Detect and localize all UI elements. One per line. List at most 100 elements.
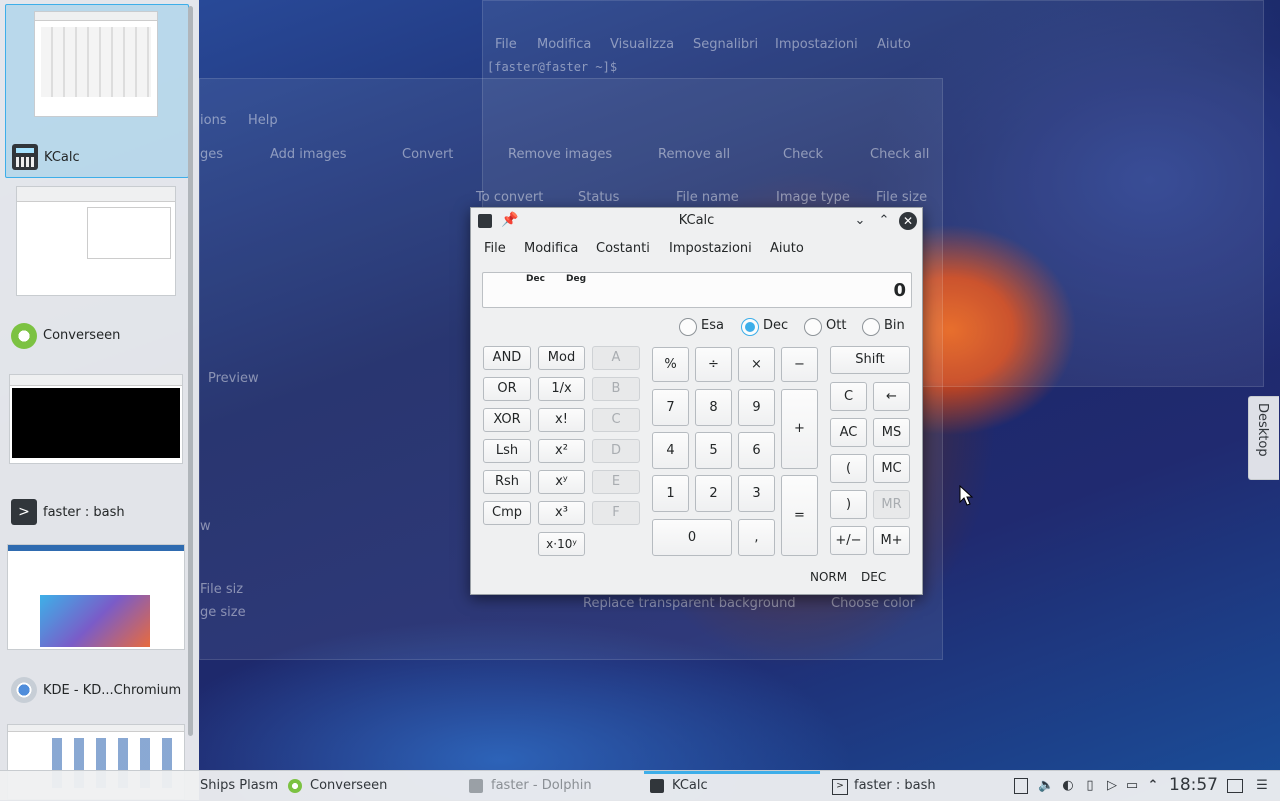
menu-aiuto[interactable]: Aiuto (770, 241, 804, 256)
digit-9-button[interactable]: 9 (738, 389, 775, 426)
switcher-item-converseen[interactable]: Converseen (5, 182, 187, 352)
all-clear-button[interactable]: AC (830, 418, 867, 447)
volume-icon[interactable]: 🔈 (1038, 778, 1054, 794)
task-ships-plasma[interactable]: Ships Plasm (180, 771, 280, 801)
clear-button[interactable]: C (830, 382, 867, 411)
open-paren-button[interactable]: ( (830, 454, 867, 483)
clipboard-icon[interactable]: ▯ (1082, 778, 1098, 794)
digit-3-button[interactable]: 3 (738, 475, 775, 512)
minus-button[interactable]: − (781, 347, 818, 382)
equals-button[interactable]: = (781, 475, 818, 556)
or-button[interactable]: OR (483, 377, 531, 401)
show-desktop-icon[interactable] (1227, 779, 1243, 793)
hex-c-button[interactable]: C (592, 408, 640, 432)
check-all-button: Check all (870, 147, 930, 162)
column-file-name: File name (676, 190, 739, 205)
hex-d-button[interactable]: D (592, 439, 640, 463)
switcher-scrollbar[interactable] (188, 6, 193, 736)
close-button[interactable]: ✕ (899, 212, 917, 230)
digit-7-button[interactable]: 7 (652, 389, 689, 426)
terminal-icon: > (11, 499, 37, 525)
switcher-item-chromium[interactable]: KDE - KD...Chromium (5, 538, 187, 708)
choose-color-option: Choose color (831, 596, 916, 611)
hex-f-button[interactable]: F (592, 501, 640, 525)
percent-button[interactable]: % (652, 347, 689, 382)
minimize-button[interactable]: ⌄ (851, 212, 869, 230)
task-converseen[interactable]: Converseen (282, 771, 462, 801)
digit-5-button[interactable]: 5 (695, 432, 732, 469)
hex-b-button[interactable]: B (592, 377, 640, 401)
titlebar[interactable]: 📌 KCalc ⌄ ⌃ ✕ (471, 208, 922, 234)
factorial-button[interactable]: x! (538, 408, 585, 432)
and-button[interactable]: AND (483, 346, 531, 370)
reciprocal-button[interactable]: 1/x (538, 377, 585, 401)
radio-button[interactable] (804, 318, 822, 336)
hex-e-button[interactable]: E (592, 470, 640, 494)
display-icon[interactable]: ▭ (1124, 778, 1140, 794)
column-status: Status (578, 190, 620, 205)
desktop-toolbox-tab[interactable]: Desktop (1248, 396, 1279, 480)
power-button[interactable]: xʸ (538, 470, 585, 494)
cmp-button[interactable]: Cmp (483, 501, 531, 525)
display-angle-flag: Deg (566, 274, 587, 284)
task-label: Ships Plasm (200, 778, 279, 793)
digit-0-button[interactable]: 0 (652, 519, 732, 556)
taskbar: Ships Plasm Converseen faster - Dolphin … (0, 770, 1280, 801)
side-partial-3: ge size (200, 605, 246, 620)
desktop-tab-label: Desktop (1255, 403, 1270, 457)
memory-store-button[interactable]: MS (873, 418, 910, 447)
cube-button[interactable]: x³ (538, 501, 585, 525)
close-paren-button[interactable]: ) (830, 490, 867, 519)
memory-add-button[interactable]: M+ (873, 526, 910, 555)
shift-button[interactable]: Shift (830, 346, 910, 374)
plus-minus-button[interactable]: +/− (830, 526, 867, 555)
menu-icon[interactable]: ☰ (1254, 778, 1270, 794)
digit-6-button[interactable]: 6 (738, 432, 775, 469)
converseen-thumbnail (16, 186, 176, 296)
chevron-up-icon[interactable]: ⌃ (1145, 778, 1161, 794)
folder-icon (469, 779, 483, 793)
backspace-button[interactable]: ← (873, 382, 910, 411)
switcher-item-kcalc[interactable]: KCalc (5, 4, 189, 178)
digit-8-button[interactable]: 8 (695, 389, 732, 426)
switcher-item-bash[interactable]: > faster : bash (5, 360, 187, 530)
menu-impostazioni[interactable]: Impostazioni (669, 241, 752, 256)
digit-2-button[interactable]: 2 (695, 475, 732, 512)
clock[interactable]: 18:57 (1169, 775, 1218, 795)
exp10-button[interactable]: x·10ʸ (538, 532, 585, 556)
decimal-button[interactable]: , (738, 519, 775, 556)
multiply-button[interactable]: × (738, 347, 775, 382)
task-dolphin[interactable]: faster - Dolphin (463, 771, 643, 801)
memory-clear-button[interactable]: MC (873, 454, 910, 483)
radio-label-esa: Esa (701, 318, 724, 333)
network-icon[interactable]: ◐ (1060, 778, 1076, 794)
side-partial-2: File siz (200, 582, 244, 597)
task-bash[interactable]: > faster : bash (826, 771, 1002, 801)
rsh-button[interactable]: Rsh (483, 470, 531, 494)
menu-file[interactable]: File (484, 241, 506, 256)
divide-button[interactable]: ÷ (695, 347, 732, 382)
replace-transparent-option: Replace transparent background (583, 596, 796, 611)
radio-button[interactable] (862, 318, 880, 336)
square-button[interactable]: x² (538, 439, 585, 463)
battery-icon[interactable] (1014, 778, 1028, 794)
task-kcalc[interactable]: KCalc (644, 771, 820, 801)
media-player-icon[interactable]: ▷ (1104, 778, 1120, 794)
digit-1-button[interactable]: 1 (652, 475, 689, 512)
mod-button[interactable]: Mod (538, 346, 585, 370)
maximize-button[interactable]: ⌃ (875, 212, 893, 230)
status-base: DEC (861, 570, 887, 584)
lsh-button[interactable]: Lsh (483, 439, 531, 463)
chromium-icon (11, 677, 37, 703)
xor-button[interactable]: XOR (483, 408, 531, 432)
radio-button[interactable] (679, 318, 697, 336)
memory-recall-button[interactable]: MR (873, 490, 910, 519)
digit-4-button[interactable]: 4 (652, 432, 689, 469)
chromium-thumbnail (7, 544, 185, 650)
menu-modifica[interactable]: Modifica (524, 241, 578, 256)
menu-costanti[interactable]: Costanti (596, 241, 650, 256)
plus-button[interactable]: + (781, 389, 818, 469)
hex-a-button[interactable]: A (592, 346, 640, 370)
radio-button-checked[interactable] (741, 318, 759, 336)
terminal-menubar: File Modifica Visualizza Segnalibri Impo… (483, 31, 1263, 59)
